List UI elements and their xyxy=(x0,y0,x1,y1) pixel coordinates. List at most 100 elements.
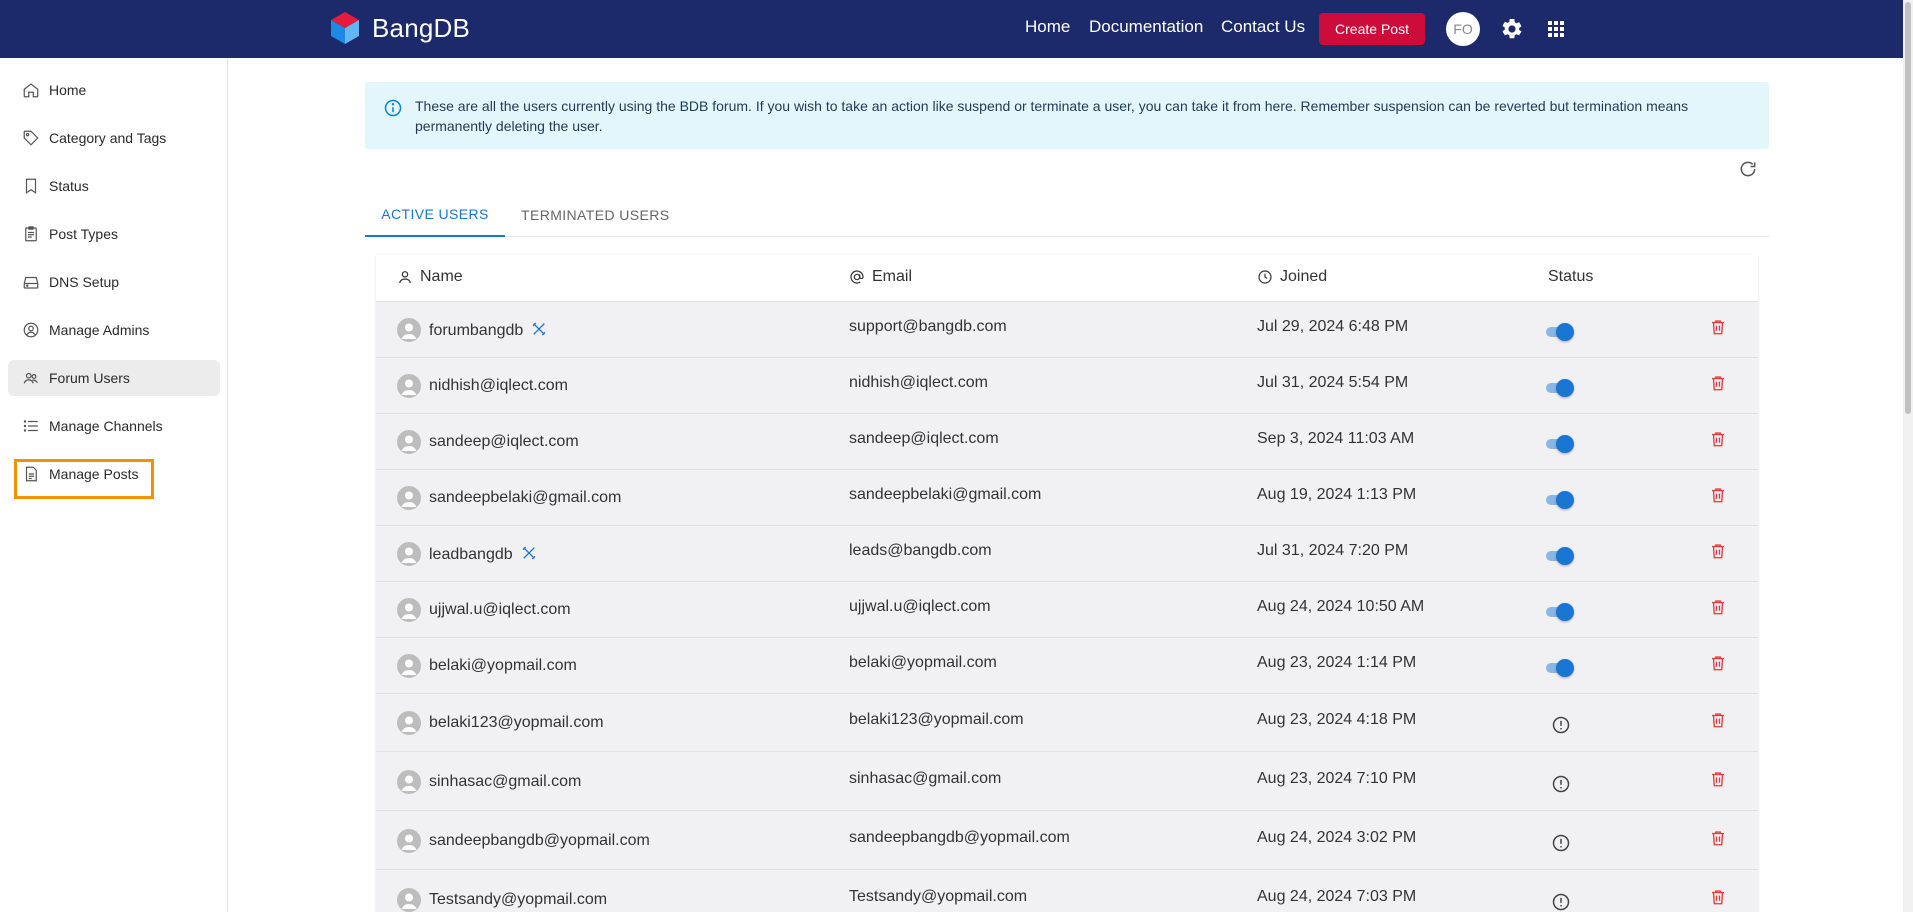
nav-home-link[interactable]: Home xyxy=(1025,17,1070,37)
users-table: Name Email Joined Status forumbangdb supp… xyxy=(376,255,1758,912)
status-toggle[interactable] xyxy=(1544,323,1574,341)
user-name[interactable]: sandeepbelaki@gmail.com xyxy=(429,489,621,507)
user-tabs: ACTIVE USERS TERMINATED USERS xyxy=(365,192,1769,237)
user-name[interactable]: nidhish@iqlect.com xyxy=(429,377,568,395)
apps-grid-icon[interactable] xyxy=(1544,17,1568,41)
user-joined-date: Aug 23, 2024 4:18 PM xyxy=(1257,711,1417,728)
status-toggle[interactable] xyxy=(1544,659,1574,677)
pending-status-icon xyxy=(1552,834,1570,852)
nav-documentation-link[interactable]: Documentation xyxy=(1089,17,1203,37)
sidebar-item-manage-admins[interactable]: Manage Admins xyxy=(8,312,220,348)
delete-trash-icon[interactable] xyxy=(1709,485,1727,505)
email-header-label: Email xyxy=(872,268,913,285)
tab-terminated-users[interactable]: TERMINATED USERS xyxy=(521,192,670,237)
sidebar-item-post-types[interactable]: Post Types xyxy=(8,216,220,252)
delete-trash-icon[interactable] xyxy=(1709,887,1727,907)
toggle-knob xyxy=(1556,379,1574,397)
toggle-knob xyxy=(1556,547,1574,565)
status-toggle[interactable] xyxy=(1544,603,1574,621)
sidebar-item-label: Status xyxy=(49,178,89,194)
sidebar-item-manage-channels[interactable]: Manage Channels xyxy=(8,408,220,444)
user-name[interactable]: belaki@yopmail.com xyxy=(429,657,577,675)
user-avatar-icon xyxy=(397,829,421,853)
user-avatar-icon xyxy=(397,598,421,622)
sidebar-item-forum-users[interactable]: Forum Users xyxy=(8,360,220,396)
user-joined-date: Aug 24, 2024 7:03 PM xyxy=(1257,888,1417,905)
delete-trash-icon[interactable] xyxy=(1709,429,1727,449)
delete-trash-icon[interactable] xyxy=(1709,597,1727,617)
table-row: leadbangdb leads@bangdb.com Jul 31, 2024 7… xyxy=(376,526,1758,582)
toggle-knob xyxy=(1556,491,1574,509)
email-column-header[interactable]: Email xyxy=(849,268,912,286)
info-banner: These are all the users currently using … xyxy=(365,82,1769,149)
status-toggle[interactable] xyxy=(1544,435,1574,453)
user-name[interactable]: sandeepbangdb@yopmail.com xyxy=(429,832,650,850)
scrollbar-thumb[interactable] xyxy=(1905,2,1911,414)
delete-trash-icon[interactable] xyxy=(1709,828,1727,848)
user-avatar[interactable]: FO xyxy=(1446,12,1480,46)
delete-trash-icon[interactable] xyxy=(1709,373,1727,393)
top-navbar: BangDB Home Documentation Contact Us Cre… xyxy=(0,0,1903,58)
bangdb-logo-icon xyxy=(331,12,359,44)
table-row: forumbangdb support@bangdb.com Jul 29, 202… xyxy=(376,302,1758,358)
refresh-icon[interactable] xyxy=(1738,159,1758,179)
status-toggle[interactable] xyxy=(1544,379,1574,397)
gear-icon[interactable] xyxy=(1500,17,1524,41)
toggle-knob xyxy=(1556,323,1574,341)
status-toggle[interactable] xyxy=(1544,547,1574,565)
user-email: support@bangdb.com xyxy=(849,318,1007,335)
joined-column-header[interactable]: Joined xyxy=(1257,268,1327,286)
toggle-knob xyxy=(1556,659,1574,677)
user-avatar-icon xyxy=(397,711,421,735)
brand-logo[interactable]: BangDB xyxy=(327,10,470,46)
user-avatar-icon xyxy=(397,430,421,454)
sidebar-item-dns-setup[interactable]: DNS Setup xyxy=(8,264,220,300)
delete-trash-icon[interactable] xyxy=(1709,541,1727,561)
user-avatar-icon xyxy=(397,654,421,678)
delete-trash-icon[interactable] xyxy=(1709,769,1727,789)
user-email: sandeepbangdb@yopmail.com xyxy=(849,829,1070,846)
table-row: nidhish@iqlect.com nidhish@iqlect.com Jul … xyxy=(376,358,1758,414)
sidebar-item-status[interactable]: Status xyxy=(8,168,220,204)
create-post-button[interactable]: Create Post xyxy=(1319,13,1425,45)
user-name-text: belaki123@yopmail.com xyxy=(429,714,604,731)
user-email: belaki@yopmail.com xyxy=(849,654,997,671)
user-name[interactable]: sandeep@iqlect.com xyxy=(429,433,579,451)
user-email: belaki123@yopmail.com xyxy=(849,711,1024,728)
name-column-header[interactable]: Name xyxy=(397,268,463,286)
sidebar-item-label: Forum Users xyxy=(49,370,130,386)
user-name[interactable]: belaki123@yopmail.com xyxy=(429,714,604,732)
user-name[interactable]: Testsandy@yopmail.com xyxy=(429,891,607,909)
brand-name: BangDB xyxy=(372,12,471,43)
list-icon xyxy=(23,420,38,432)
delete-trash-icon[interactable] xyxy=(1709,710,1727,730)
scrollbar[interactable] xyxy=(1903,0,1913,912)
user-joined-date: Aug 24, 2024 10:50 AM xyxy=(1257,598,1425,615)
table-header: Name Email Joined Status xyxy=(376,255,1758,302)
user-joined-date: Jul 31, 2024 7:20 PM xyxy=(1257,542,1409,559)
sidebar-item-category-tags[interactable]: Category and Tags xyxy=(8,120,220,156)
user-name[interactable]: forumbangdb xyxy=(429,321,547,340)
user-circle-icon xyxy=(23,322,39,338)
table-row: ujjwal.u@iqlect.com ujjwal.u@iqlect.com Au… xyxy=(376,582,1758,638)
home-icon xyxy=(23,83,39,98)
user-joined-date: Aug 23, 2024 1:14 PM xyxy=(1257,654,1417,671)
pending-status-icon xyxy=(1552,775,1570,793)
user-email: Testsandy@yopmail.com xyxy=(849,888,1028,905)
tab-active-users[interactable]: ACTIVE USERS xyxy=(365,192,505,237)
delete-trash-icon[interactable] xyxy=(1709,317,1727,337)
bookmark-icon xyxy=(25,178,37,194)
user-name-text: sandeepbangdb@yopmail.com xyxy=(429,832,650,849)
status-toggle[interactable] xyxy=(1544,491,1574,509)
user-avatar-icon xyxy=(397,888,421,912)
user-name[interactable]: sinhasac@gmail.com xyxy=(429,773,581,791)
user-joined-date: Jul 31, 2024 5:54 PM xyxy=(1257,374,1409,391)
user-name[interactable]: leadbangdb xyxy=(429,545,537,564)
delete-trash-icon[interactable] xyxy=(1709,653,1727,673)
user-name[interactable]: ujjwal.u@iqlect.com xyxy=(429,601,571,619)
user-name-text: ujjwal.u@iqlect.com xyxy=(429,601,571,618)
nav-contact-link[interactable]: Contact Us xyxy=(1221,17,1305,37)
user-joined-date: Jul 29, 2024 6:48 PM xyxy=(1257,318,1409,335)
sidebar-item-home[interactable]: Home xyxy=(8,72,220,108)
user-joined-date: Aug 24, 2024 3:02 PM xyxy=(1257,829,1417,846)
